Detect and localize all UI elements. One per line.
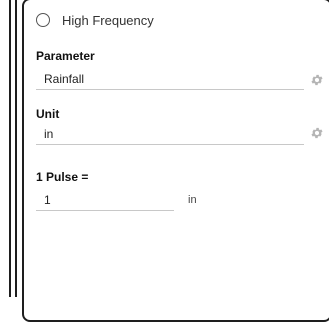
pulse-value-input[interactable]: 1: [36, 191, 174, 211]
unit-field[interactable]: in: [36, 125, 304, 145]
pulse-unit-label: in: [188, 194, 197, 206]
parameter-field[interactable]: Rainfall: [36, 70, 304, 90]
parameter-label: Parameter: [36, 49, 95, 63]
unit-value: in: [44, 127, 54, 141]
gear-icon[interactable]: [310, 126, 324, 140]
settings-panel: High Frequency Parameter Rainfall Unit i…: [22, 0, 329, 322]
pulse-label: 1 Pulse =: [36, 170, 89, 184]
gear-icon[interactable]: [310, 73, 324, 87]
window-edge-line: [15, 0, 17, 297]
parameter-value: Rainfall: [44, 72, 85, 86]
pulse-value: 1: [44, 193, 51, 207]
high-frequency-option[interactable]: High Frequency: [36, 10, 154, 30]
radio-button-icon[interactable]: [36, 13, 50, 27]
window-edge-line: [9, 0, 11, 297]
high-frequency-label: High Frequency: [62, 12, 154, 28]
unit-label: Unit: [36, 107, 60, 121]
